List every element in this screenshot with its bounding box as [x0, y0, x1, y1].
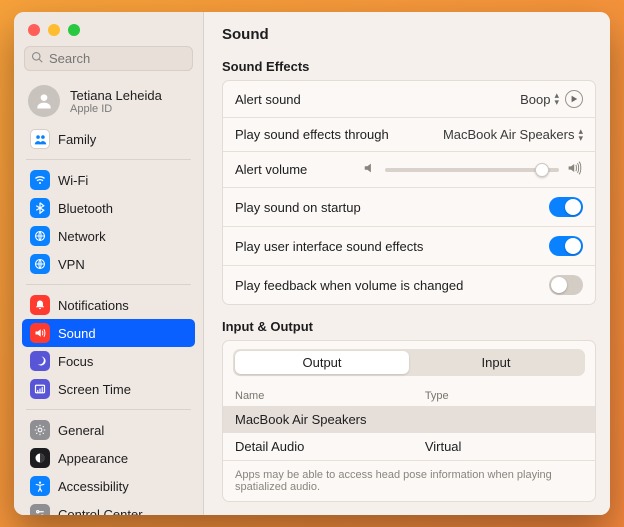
- account-sub: Apple ID: [70, 103, 162, 115]
- search-input[interactable]: [24, 46, 193, 71]
- alert-sound-popup[interactable]: Boop ▴▾: [520, 92, 559, 107]
- feedback-row: Play feedback when volume is changed: [223, 266, 595, 304]
- sound-icon: [30, 323, 50, 343]
- sidebar: Tetiana Leheida Apple ID Family Wi-Fi Blue…: [14, 12, 204, 515]
- close-window-button[interactable]: [28, 24, 40, 36]
- play-through-label: Play sound effects through: [235, 127, 389, 142]
- startup-sound-label: Play sound on startup: [235, 200, 361, 215]
- window-controls: [14, 12, 203, 44]
- sidebar-item-vpn[interactable]: VPN: [22, 250, 195, 278]
- sidebar-item-label: VPN: [58, 257, 85, 272]
- device-row[interactable]: MacBook Air Speakers: [223, 406, 595, 433]
- device-name: Detail Audio: [235, 439, 425, 454]
- sidebar-item-label: Wi-Fi: [58, 173, 88, 188]
- sidebar-item-general[interactable]: General: [22, 416, 195, 444]
- sidebar-item-label: Network: [58, 229, 106, 244]
- sidebar-item-label: General: [58, 423, 104, 438]
- search-icon: [31, 51, 43, 66]
- section-io: Input & Output: [222, 319, 596, 334]
- col-type: Type: [425, 390, 583, 402]
- sidebar-item-label: Family: [58, 132, 96, 147]
- family-icon: [30, 129, 50, 149]
- vpn-icon: [30, 254, 50, 274]
- io-tabs: Output Input: [233, 349, 585, 376]
- play-alert-button[interactable]: [565, 90, 583, 108]
- ui-effects-label: Play user interface sound effects: [235, 239, 423, 254]
- device-type: Virtual: [425, 439, 583, 454]
- sidebar-item-accessibility[interactable]: Accessibility: [22, 472, 195, 500]
- minimize-window-button[interactable]: [48, 24, 60, 36]
- device-row[interactable]: Detail AudioVirtual: [223, 433, 595, 460]
- sidebar-item-appearance[interactable]: Appearance: [22, 444, 195, 472]
- sidebar-item-label: Accessibility: [58, 479, 129, 494]
- focus-icon: [30, 351, 50, 371]
- sidebar-item-notifications[interactable]: Notifications: [22, 291, 195, 319]
- sidebar-item-wi-fi[interactable]: Wi-Fi: [22, 166, 195, 194]
- spatial-audio-hint: Apps may be able to access head pose inf…: [223, 460, 595, 501]
- sidebar-item-label: Focus: [58, 354, 93, 369]
- accessibility-icon: [30, 476, 50, 496]
- sidebar-item-label: Control Center: [58, 507, 143, 516]
- col-name: Name: [235, 390, 425, 402]
- ui-effects-switch[interactable]: [549, 236, 583, 256]
- alert-sound-label: Alert sound: [235, 92, 301, 107]
- tab-input[interactable]: Input: [409, 351, 583, 374]
- screentime-icon: [30, 379, 50, 399]
- controlcenter-icon: [30, 504, 50, 515]
- sidebar-item-label: Notifications: [58, 298, 129, 313]
- avatar: [28, 85, 60, 117]
- chevron-updown-icon: ▴▾: [578, 128, 583, 142]
- device-name: MacBook Air Speakers: [235, 412, 425, 427]
- network-icon: [30, 226, 50, 246]
- general-icon: [30, 420, 50, 440]
- sidebar-item-focus[interactable]: Focus: [22, 347, 195, 375]
- play-through-popup[interactable]: MacBook Air Speakers ▴▾: [443, 127, 583, 142]
- sidebar-item-label: Bluetooth: [58, 201, 113, 216]
- device-table-header: Name Type: [223, 384, 595, 406]
- alert-sound-row: Alert sound Boop ▴▾: [223, 81, 595, 118]
- sound-effects-card: Alert sound Boop ▴▾ Play sound effects t…: [222, 80, 596, 305]
- sidebar-item-sound[interactable]: Sound: [22, 319, 195, 347]
- sidebar-item-label: Sound: [58, 326, 96, 341]
- wifi-icon: [30, 170, 50, 190]
- device-table-body: MacBook Air Speakers Detail AudioVirtual: [223, 406, 595, 460]
- sidebar-item-label: Screen Time: [58, 382, 131, 397]
- ui-effects-row: Play user interface sound effects: [223, 227, 595, 266]
- play-through-row: Play sound effects through MacBook Air S…: [223, 118, 595, 152]
- device-type: [425, 412, 583, 427]
- speaker-low-icon: [363, 161, 377, 178]
- alert-volume-label: Alert volume: [235, 162, 307, 177]
- tab-output[interactable]: Output: [235, 351, 409, 374]
- alert-volume-row: Alert volume: [223, 152, 595, 188]
- sidebar-item-label: Appearance: [58, 451, 128, 466]
- account-name: Tetiana Leheida: [70, 88, 162, 103]
- speaker-high-icon: [567, 161, 583, 178]
- feedback-switch[interactable]: [549, 275, 583, 295]
- fullscreen-window-button[interactable]: [68, 24, 80, 36]
- sidebar-item-screen-time[interactable]: Screen Time: [22, 375, 195, 403]
- startup-sound-switch[interactable]: [549, 197, 583, 217]
- sidebar-item-network[interactable]: Network: [22, 222, 195, 250]
- account-row[interactable]: Tetiana Leheida Apple ID: [14, 81, 203, 125]
- section-sound-effects: Sound Effects: [222, 59, 596, 74]
- system-settings-window: Tetiana Leheida Apple ID Family Wi-Fi Blue…: [14, 12, 610, 515]
- alert-volume-slider[interactable]: [385, 168, 559, 172]
- startup-sound-row: Play sound on startup: [223, 188, 595, 227]
- bell-icon: [30, 295, 50, 315]
- sidebar-item-control-center[interactable]: Control Center: [22, 500, 195, 515]
- page-title: Sound: [222, 26, 596, 43]
- appearance-icon: [30, 448, 50, 468]
- sidebar-item-family[interactable]: Family: [22, 125, 195, 153]
- io-card: Output Input Name Type MacBook Air Speak…: [222, 340, 596, 502]
- content-pane: Sound Sound Effects Alert sound Boop ▴▾ …: [204, 12, 610, 515]
- search-field-wrap: [24, 46, 193, 71]
- sidebar-list: Family Wi-Fi Bluetooth Network VPN Notificati…: [14, 125, 203, 515]
- feedback-label: Play feedback when volume is changed: [235, 278, 463, 293]
- sidebar-item-bluetooth[interactable]: Bluetooth: [22, 194, 195, 222]
- chevron-updown-icon: ▴▾: [554, 92, 559, 106]
- bluetooth-icon: [30, 198, 50, 218]
